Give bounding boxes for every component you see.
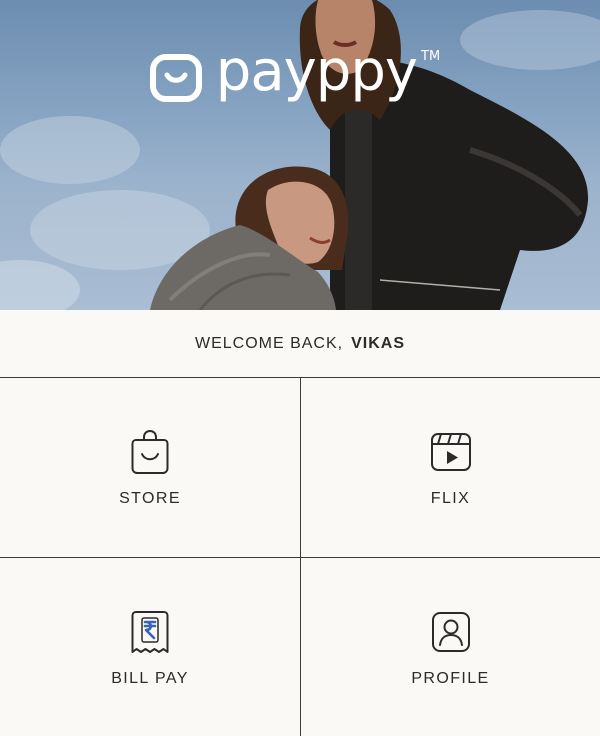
profile-label: PROFILE [411, 670, 490, 687]
welcome-prefix: WELCOME BACK, [194, 334, 344, 352]
trademark-mark: TM [421, 48, 441, 64]
brand-logo: payppy TM [0, 44, 600, 104]
menu-grid: STORE FLIX BILL PAY PROFILE [0, 378, 600, 736]
bill-pay-tile[interactable]: BILL PAY [0, 558, 300, 736]
store-tile[interactable]: STORE [0, 378, 300, 558]
smile-bag-icon [149, 54, 202, 102]
flix-label: FLIX [430, 490, 471, 507]
profile-tile[interactable]: PROFILE [300, 558, 600, 736]
welcome-banner: WELCOME BACK, VIKAS [0, 310, 600, 378]
video-clapper-icon [430, 433, 471, 471]
profile-card-icon [431, 612, 470, 652]
bill-pay-label: BILL PAY [111, 670, 189, 687]
flix-tile[interactable]: FLIX [300, 378, 600, 558]
brand-name: payppy [215, 39, 418, 104]
shopping-bag-icon [131, 429, 169, 474]
welcome-user-name: VIKAS [351, 334, 406, 352]
hero-banner: payppy TM [0, 0, 600, 310]
receipt-rupee-icon [131, 611, 169, 653]
store-label: STORE [119, 490, 181, 507]
